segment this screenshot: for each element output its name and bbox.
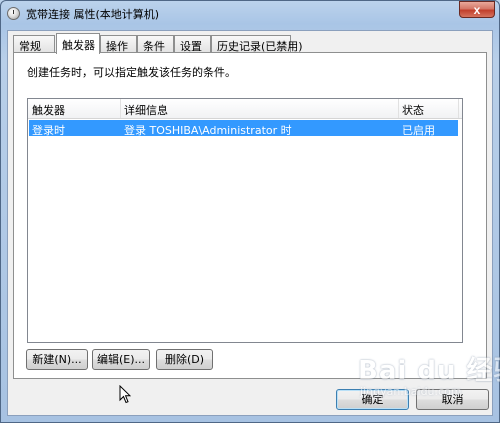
new-trigger-button[interactable]: 新建(N)... [26,349,88,370]
column-separator[interactable] [398,99,399,118]
close-button[interactable]: x [459,1,495,18]
status-cell: 已启用 [402,124,435,137]
tab-history[interactable]: 历史记录(已禁用) [211,35,303,53]
window-title: 宽带连接 属性(本地计算机) [26,8,160,21]
title-bar[interactable]: 宽带连接 属性(本地计算机) x [0,0,500,26]
table-row[interactable]: 登录时 登录 TOSHIBA\Administrator 时 已启用 [29,120,458,137]
delete-trigger-button[interactable]: 删除(D) [156,349,213,370]
trigger-list[interactable]: 触发器 详细信息 状态 登录时 登录 TOSHIBA\Administrator… [27,98,463,343]
dialog-body: 常规 触发器 操作 条件 设置 历史记录(已禁用) 创建任务时，可以指定触发该任… [7,30,493,416]
tab-general[interactable]: 常规 [13,35,55,53]
triggers-description: 创建任务时，可以指定触发该任务的条件。 [27,66,236,79]
details-cell: 登录 TOSHIBA\Administrator 时 [124,124,292,137]
tab-actions[interactable]: 操作 [100,35,137,53]
trigger-cell: 登录时 [32,124,65,137]
column-header-status[interactable]: 状态 [402,102,424,118]
tab-triggers[interactable]: 触发器 [56,33,100,54]
mouse-pointer-icon [119,385,131,404]
column-header-details[interactable]: 详细信息 [124,102,168,118]
clock-icon [7,7,20,20]
tab-conditions[interactable]: 条件 [137,35,174,53]
cancel-button[interactable]: 取消 [416,389,489,410]
column-separator[interactable] [120,99,121,118]
triggers-panel: 创建任务时，可以指定触发该任务的条件。 触发器 详细信息 状态 登录时 登录 T… [13,52,487,379]
ok-button[interactable]: 确定 [336,389,409,410]
tab-settings[interactable]: 设置 [174,35,211,53]
close-icon: x [473,2,481,17]
list-header: 触发器 详细信息 状态 [28,99,462,119]
column-header-trigger[interactable]: 触发器 [32,102,65,118]
edit-trigger-button[interactable]: 编辑(E)... [92,349,150,370]
column-separator [458,99,459,118]
